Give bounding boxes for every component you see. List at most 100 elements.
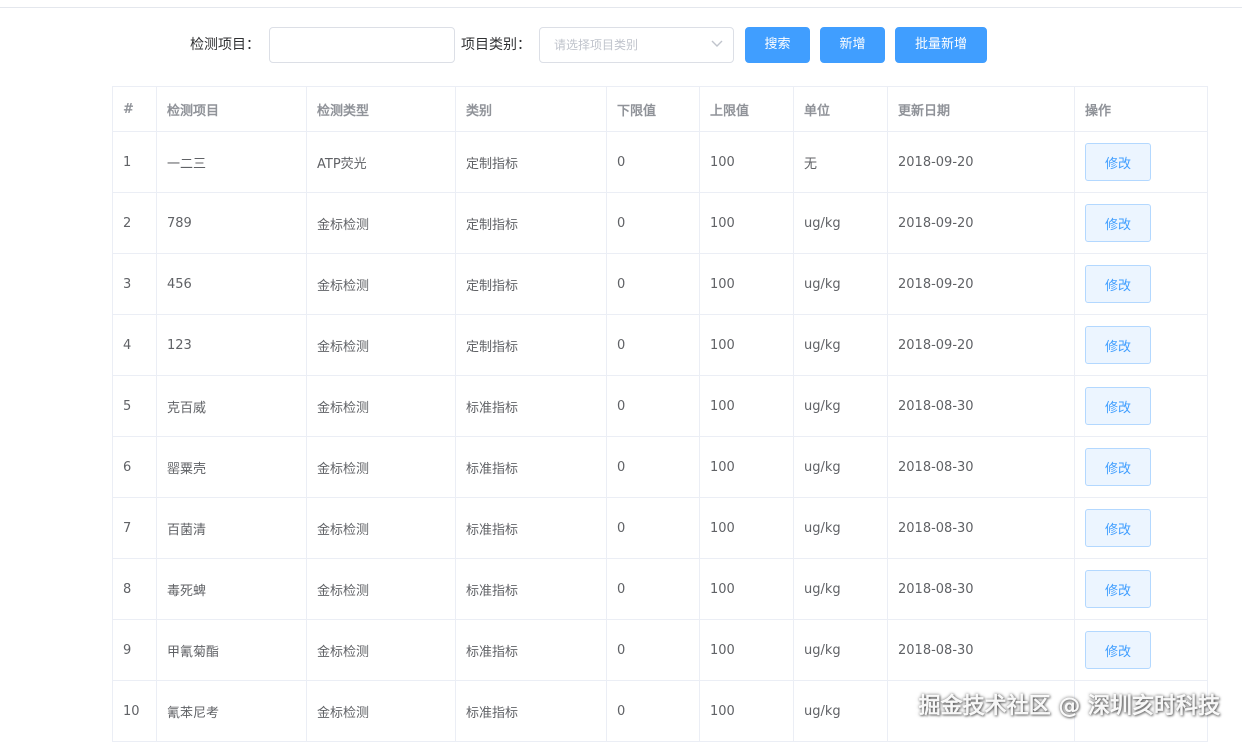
- edit-button[interactable]: 修改: [1085, 143, 1151, 181]
- add-button[interactable]: 新增: [820, 27, 885, 63]
- cell-action: 修改: [1074, 253, 1208, 315]
- cell-type: 金标检测: [306, 375, 456, 437]
- item-search-input[interactable]: [269, 27, 455, 63]
- cell-type: 金标检测: [306, 192, 456, 254]
- cell-item: 罂粟壳: [156, 436, 307, 498]
- cell-max: 100: [699, 680, 794, 742]
- cell-index: 5: [112, 375, 157, 437]
- edit-button[interactable]: 修改: [1085, 326, 1151, 364]
- cell-index: 2: [112, 192, 157, 254]
- cell-unit: ug/kg: [793, 192, 888, 254]
- header-item: 检测项目: [156, 86, 307, 132]
- cell-unit: ug/kg: [793, 680, 888, 742]
- cell-type: 金标检测: [306, 253, 456, 315]
- cell-date: 2018-09-20: [887, 192, 1075, 254]
- cell-date: 2018-08-30: [887, 375, 1075, 437]
- cell-min: 0: [606, 436, 700, 498]
- cell-category: 标准指标: [455, 558, 607, 620]
- cell-date: 2018-09-20: [887, 314, 1075, 376]
- cell-type: 金标检测: [306, 314, 456, 376]
- cell-max: 100: [699, 375, 794, 437]
- cell-min: 0: [606, 558, 700, 620]
- cell-index: 1: [112, 131, 157, 193]
- edit-button[interactable]: 修改: [1085, 204, 1151, 242]
- cell-item: 克百威: [156, 375, 307, 437]
- table-row: 5 克百威 金标检测 标准指标 0 100 ug/kg 2018-08-30 修…: [112, 375, 1208, 437]
- cell-action: 修改: [1074, 436, 1208, 498]
- cell-max: 100: [699, 497, 794, 559]
- cell-category: 标准指标: [455, 497, 607, 559]
- cell-max: 100: [699, 131, 794, 193]
- cell-unit: ug/kg: [793, 375, 888, 437]
- cell-item: 氰苯尼考: [156, 680, 307, 742]
- page: 检测项目： 项目类别： 请选择项目类别 搜索 新增 批量新增 # 检测项目 检测…: [0, 0, 1242, 743]
- cell-category: 标准指标: [455, 619, 607, 681]
- batch-add-button[interactable]: 批量新增: [895, 27, 987, 63]
- cell-date: 2018-09-20: [887, 253, 1075, 315]
- cell-type: 金标检测: [306, 680, 456, 742]
- cell-unit: ug/kg: [793, 558, 888, 620]
- cell-index: 9: [112, 619, 157, 681]
- cell-min: 0: [606, 314, 700, 376]
- cell-action: 修改: [1074, 375, 1208, 437]
- edit-button[interactable]: 修改: [1085, 387, 1151, 425]
- header-date: 更新日期: [887, 86, 1075, 132]
- edit-button[interactable]: 修改: [1085, 448, 1151, 486]
- cell-type: 金标检测: [306, 619, 456, 681]
- cell-min: 0: [606, 131, 700, 193]
- table-row: 4 123 金标检测 定制指标 0 100 ug/kg 2018-09-20 修…: [112, 314, 1208, 376]
- cell-category: 标准指标: [455, 375, 607, 437]
- header-category: 类别: [455, 86, 607, 132]
- cell-index: 10: [112, 680, 157, 742]
- cell-type: 金标检测: [306, 558, 456, 620]
- cell-action: 修改: [1074, 497, 1208, 559]
- table-row: 9 甲氰菊酯 金标检测 标准指标 0 100 ug/kg 2018-08-30 …: [112, 619, 1208, 681]
- cell-max: 100: [699, 314, 794, 376]
- edit-button[interactable]: 修改: [1085, 570, 1151, 608]
- table-row: 8 毒死蜱 金标检测 标准指标 0 100 ug/kg 2018-08-30 修…: [112, 558, 1208, 620]
- cell-min: 0: [606, 192, 700, 254]
- cell-category: 标准指标: [455, 680, 607, 742]
- cell-date: 2018-08-30: [887, 497, 1075, 559]
- cell-item: 123: [156, 314, 307, 376]
- cell-max: 100: [699, 253, 794, 315]
- cell-action: 修改: [1074, 131, 1208, 193]
- cell-type: 金标检测: [306, 436, 456, 498]
- cell-action: 修改: [1074, 192, 1208, 254]
- watermark: 掘金技术社区 @ 深圳亥时科技: [918, 694, 1220, 719]
- table-header-row: # 检测项目 检测类型 类别 下限值 上限值 单位 更新日期 操作: [112, 86, 1208, 132]
- category-select-placeholder: 请选择项目类别: [554, 38, 639, 52]
- search-button[interactable]: 搜索: [745, 27, 810, 63]
- cell-item: 百菌清: [156, 497, 307, 559]
- category-select[interactable]: 请选择项目类别: [539, 27, 734, 63]
- cell-category: 定制指标: [455, 253, 607, 315]
- cell-type: ATP荧光: [306, 131, 456, 193]
- cell-type: 金标检测: [306, 497, 456, 559]
- header-unit: 单位: [793, 86, 888, 132]
- table-row: 7 百菌清 金标检测 标准指标 0 100 ug/kg 2018-08-30 修…: [112, 497, 1208, 559]
- header-type: 检测类型: [306, 86, 456, 132]
- cell-max: 100: [699, 192, 794, 254]
- items-table: # 检测项目 检测类型 类别 下限值 上限值 单位 更新日期 操作 1 一二三 …: [112, 86, 1208, 742]
- cell-unit: ug/kg: [793, 314, 888, 376]
- cell-item: 毒死蜱: [156, 558, 307, 620]
- top-divider: [0, 7, 1242, 8]
- cell-min: 0: [606, 253, 700, 315]
- cell-action: 修改: [1074, 558, 1208, 620]
- edit-button[interactable]: 修改: [1085, 631, 1151, 669]
- table-row: 6 罂粟壳 金标检测 标准指标 0 100 ug/kg 2018-08-30 修…: [112, 436, 1208, 498]
- cell-min: 0: [606, 375, 700, 437]
- cell-max: 100: [699, 436, 794, 498]
- cell-min: 0: [606, 497, 700, 559]
- cell-index: 4: [112, 314, 157, 376]
- edit-button[interactable]: 修改: [1085, 509, 1151, 547]
- table-row: 1 一二三 ATP荧光 定制指标 0 100 无 2018-09-20 修改: [112, 131, 1208, 193]
- cell-item: 789: [156, 192, 307, 254]
- cell-unit: 无: [793, 131, 888, 193]
- header-min: 下限值: [606, 86, 700, 132]
- cell-date: 2018-08-30: [887, 558, 1075, 620]
- edit-button[interactable]: 修改: [1085, 265, 1151, 303]
- cell-category: 标准指标: [455, 436, 607, 498]
- cell-date: 2018-08-30: [887, 436, 1075, 498]
- cell-category: 定制指标: [455, 314, 607, 376]
